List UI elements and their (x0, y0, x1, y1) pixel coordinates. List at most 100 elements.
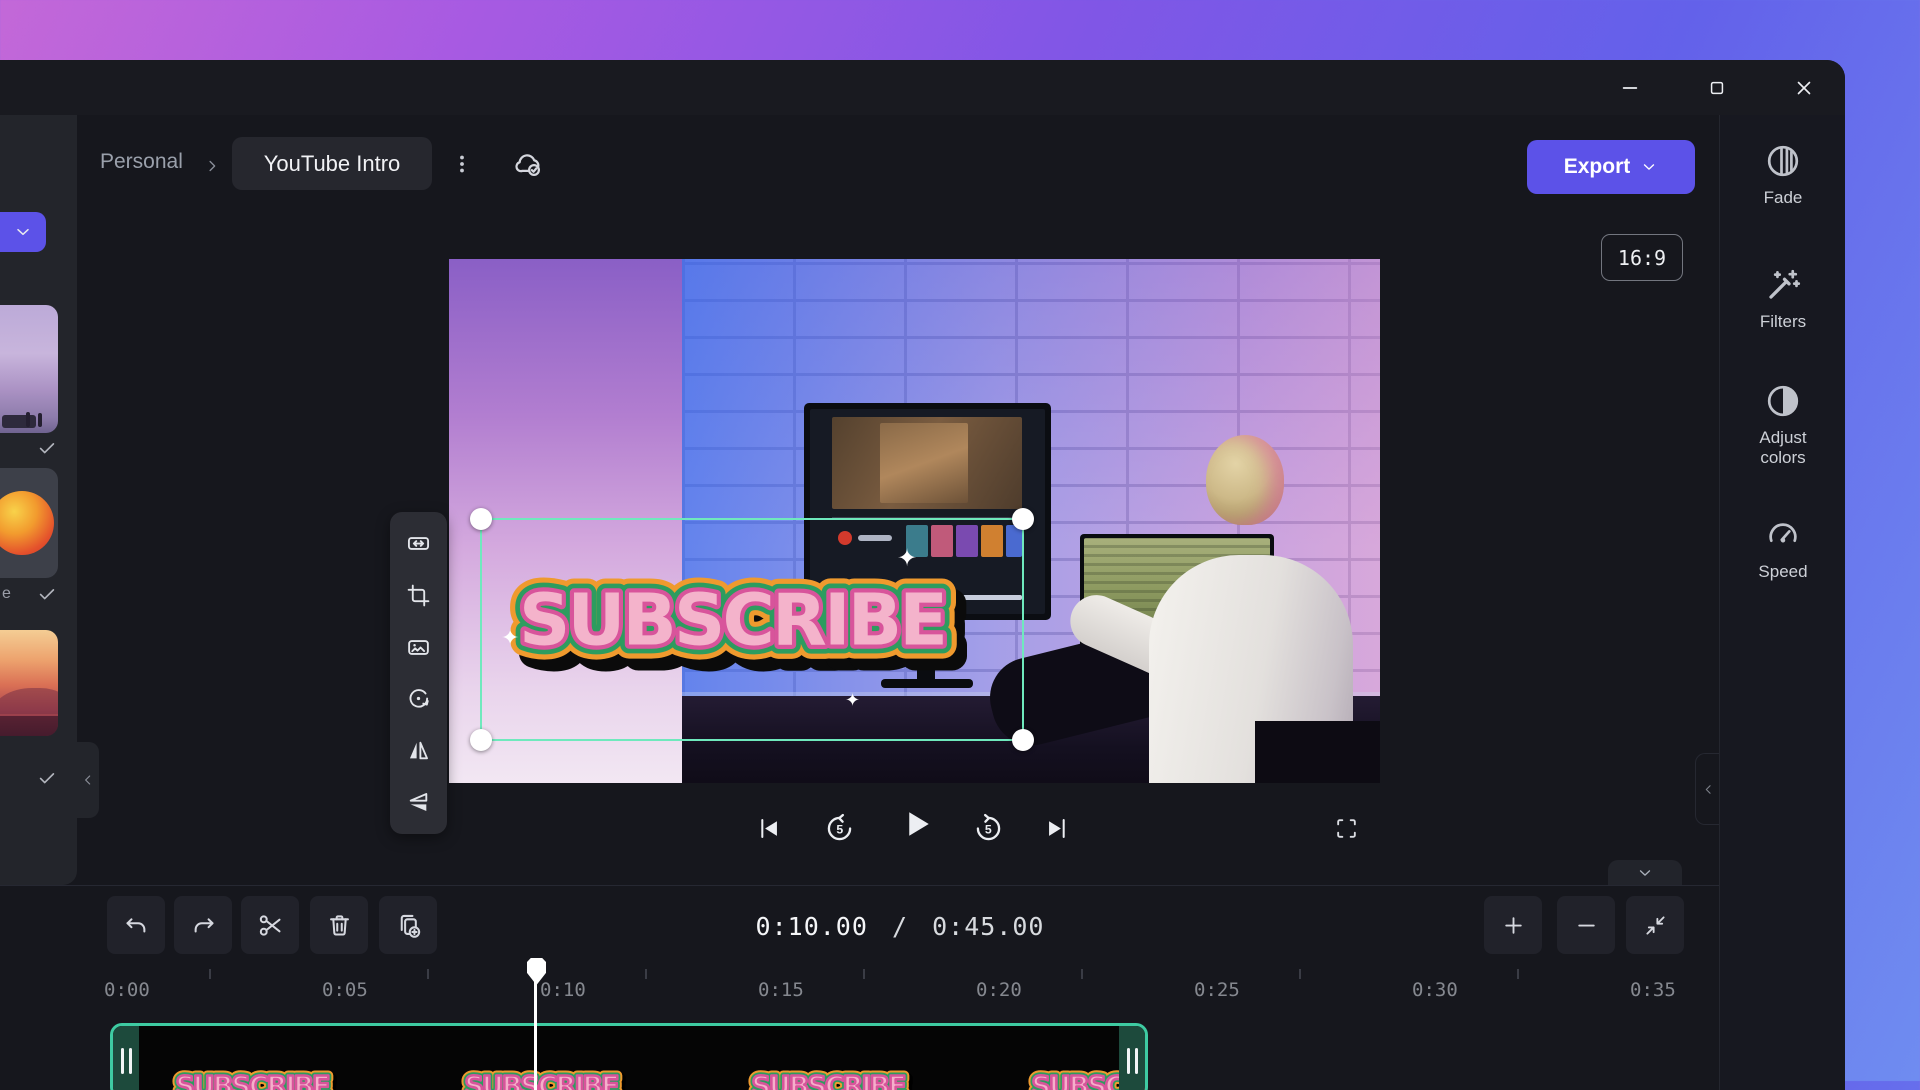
zoom-out-button[interactable] (1557, 896, 1615, 954)
media-thumbnail-beach[interactable] (0, 305, 58, 433)
chevron-down-icon (1639, 870, 1651, 876)
thumbnail-ridge (0, 716, 58, 736)
undo-button[interactable] (107, 896, 165, 954)
selection-handle-top-right[interactable] (1012, 508, 1034, 530)
picture-in-picture-button[interactable] (399, 627, 439, 667)
kebab-icon (460, 155, 464, 173)
skip-end-icon (1048, 818, 1065, 838)
close-button[interactable] (1776, 60, 1832, 115)
minus-icon (1577, 924, 1595, 926)
tool-adjust-colors[interactable]: Adjust colors (1720, 383, 1845, 468)
play-icon (909, 812, 929, 836)
maximize-button[interactable] (1689, 60, 1745, 115)
flip-vertical-icon (409, 792, 428, 811)
timeline-section: 0:10.00 / 0:45.00 0:00 0:05 0:10 0:15 0:… (0, 885, 1719, 1090)
delete-button[interactable] (310, 896, 368, 954)
fade-icon (1767, 145, 1799, 177)
ruler-label: 0:30 (1412, 979, 1458, 1001)
media-panel-collapse-button[interactable] (77, 742, 99, 818)
thumbnail-ridge (0, 688, 58, 714)
plus-icon (1504, 916, 1522, 934)
tool-label: Fade (1763, 188, 1803, 207)
cloud-sync-button[interactable] (502, 141, 554, 187)
resize-horizontal-icon (407, 537, 430, 551)
export-label: Export (1563, 155, 1631, 178)
rewind-5-icon: 5 (827, 813, 851, 840)
clip-trim-handle-right[interactable] (1119, 1026, 1145, 1090)
media-item-label-truncated: e (2, 585, 11, 602)
selection-handle-bottom-left[interactable] (470, 729, 492, 751)
ruler-tick (863, 969, 865, 979)
media-thumbnail-sunset[interactable] (0, 630, 58, 736)
forward-5-button[interactable]: 5 (966, 806, 1010, 850)
zoom-in-button[interactable] (1484, 896, 1542, 954)
thumbnail-silhouette (2, 415, 36, 428)
tool-label: Speed (1758, 562, 1808, 581)
project-menu-button[interactable] (446, 141, 478, 187)
play-button[interactable] (894, 802, 938, 846)
collapse-properties-button[interactable] (1608, 860, 1682, 886)
redo-icon (194, 917, 214, 932)
rewind-amount: 5 (836, 822, 843, 836)
titlebar (0, 60, 1845, 115)
selection-handle-bottom-right[interactable] (1012, 729, 1034, 751)
tools-rail-collapse-button[interactable] (1695, 753, 1720, 825)
ruler-label: 0:10 (540, 979, 586, 1001)
flip-horizontal-button[interactable] (399, 731, 439, 771)
tool-speed[interactable]: Speed (1720, 517, 1845, 582)
tool-fade[interactable]: Fade (1720, 143, 1845, 208)
crop-button[interactable] (399, 575, 439, 615)
rewind-5-button[interactable]: 5 (817, 806, 861, 850)
selection-handle-top-left[interactable] (470, 508, 492, 530)
selection-box[interactable] (470, 508, 1034, 751)
skip-to-end-button[interactable] (1035, 806, 1079, 850)
scene-chair (1255, 721, 1380, 783)
filters-icon (1769, 269, 1801, 299)
thumbnail-figure (26, 412, 30, 427)
breadcrumb-chevron-icon (203, 157, 221, 175)
tool-filters[interactable]: Filters (1720, 267, 1845, 332)
timecode-separator: / (891, 912, 909, 941)
timecode: 0:10.00 / 0:45.00 (640, 912, 1160, 941)
ruler-label: 0:35 (1630, 979, 1676, 1001)
export-button[interactable]: Export (1527, 140, 1695, 194)
clip-trim-handle-left[interactable] (113, 1026, 139, 1090)
timeline-clip-subscribe[interactable]: SUBSCRIBE SUBSCRIBE SUBSCRIBE SUBSCRIBE … (110, 1023, 1148, 1090)
aspect-ratio-badge[interactable]: 16:9 (1601, 234, 1683, 281)
video-preview-canvas[interactable]: SUBSCRIBE SUBSCRIBE SUBSCRIBE SUBSCRIBE … (449, 259, 1380, 783)
media-panel: e (0, 115, 77, 885)
skip-to-start-button[interactable] (746, 806, 790, 850)
project-title-field[interactable]: YouTube Intro (232, 137, 432, 190)
scissors-icon (259, 914, 281, 936)
clip-thumbnail: SUBSCRIBE SUBSCRIBE SUBSCRIBE SUBSCRIBE (170, 1066, 339, 1090)
skip-start-icon (760, 818, 777, 838)
ruler-label: 0:20 (976, 979, 1022, 1001)
scene-person-head (1206, 435, 1284, 525)
ruler-tick (209, 969, 211, 979)
minimize-button[interactable] (1602, 60, 1658, 115)
timeline-ruler[interactable]: 0:00 0:05 0:10 0:15 0:20 0:25 0:30 0:35 (0, 969, 1719, 1013)
trash-icon (329, 914, 349, 936)
redo-button[interactable] (174, 896, 232, 954)
clip-thumbnail: SUBSCRIBE SUBSCRIBE SUBSCRIBE SUBSCRIBE (746, 1066, 915, 1090)
cloud-sync-icon (515, 154, 540, 176)
duplicate-icon (400, 914, 420, 938)
resize-button[interactable] (399, 524, 439, 564)
ruler-label: 0:25 (1194, 979, 1240, 1001)
media-thumbnail-logo[interactable] (0, 468, 58, 578)
duplicate-button[interactable] (379, 896, 437, 954)
close-icon (1797, 81, 1811, 94)
rotate-button[interactable] (399, 679, 439, 719)
flip-vertical-button[interactable] (399, 782, 439, 822)
fullscreen-button[interactable] (1324, 806, 1368, 850)
clip-thumbnail: SUBSCRIBE SUBSCRIBE SUBSCRIBE SUBSCRIBE (459, 1066, 628, 1090)
zoom-fit-button[interactable] (1626, 896, 1684, 954)
ruler-label: 0:05 (322, 979, 368, 1001)
forward-5-icon: 5 (976, 813, 1000, 840)
app-window: Personal YouTube Intro Export 16:9 e SUB… (0, 60, 1845, 1090)
rotate-icon (409, 689, 429, 708)
ruler-label: 0:00 (104, 979, 150, 1001)
split-button[interactable] (241, 896, 299, 954)
media-panel-action-button[interactable] (0, 212, 46, 252)
breadcrumb-root[interactable]: Personal (100, 150, 183, 174)
